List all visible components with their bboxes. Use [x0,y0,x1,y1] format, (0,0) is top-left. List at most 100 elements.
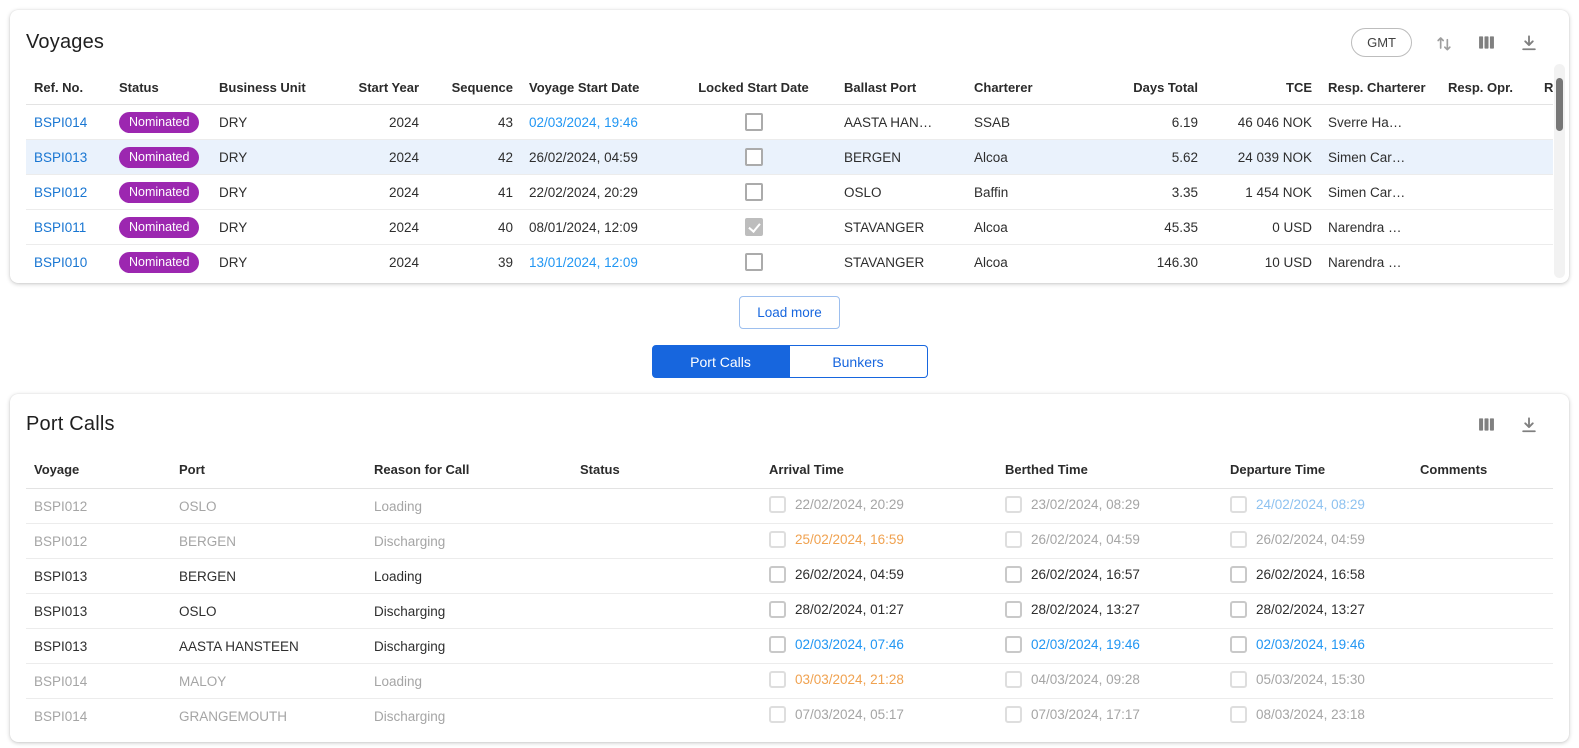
cell-status: Nominated [111,175,211,210]
locked-start-date-checkbox[interactable] [745,218,763,236]
column-header-resp-charterer[interactable]: Resp. Charterer [1320,71,1440,105]
table-row[interactable]: BSPI013 Nominated DRY 2024 42 26/02/2024… [26,140,1553,175]
table-row[interactable]: BSPI013 OSLO Discharging 28/02/2024, 01:… [26,594,1553,629]
detail-tabs: Port Calls Bunkers [10,345,1569,378]
arrival-time-checkbox[interactable] [769,566,786,583]
departure-time: 26/02/2024, 16:58 [1256,567,1365,582]
cell-arrival: 25/02/2024, 16:59 [761,524,997,559]
arrival-time-checkbox[interactable] [769,601,786,618]
column-header-voyage-start-date[interactable]: Voyage Start Date [521,71,671,105]
berthed-time-checkbox[interactable] [1005,601,1022,618]
cell-resp-opr [1440,140,1536,175]
cell-charterer: Alcoa [966,140,1066,175]
column-header-status[interactable]: Status [572,452,761,489]
tab-bunkers[interactable]: Bunkers [790,345,928,378]
arrival-time-checkbox[interactable] [769,671,786,688]
arrival-time-checkbox[interactable] [769,636,786,653]
arrival-time-checkbox[interactable] [769,496,786,513]
locked-start-date-checkbox[interactable] [745,183,763,201]
berthed-time-checkbox[interactable] [1005,566,1022,583]
column-settings-icon[interactable] [1476,32,1497,53]
column-header-resp-opr[interactable]: Resp. Opr. [1440,71,1536,105]
voyage-start-date[interactable]: 13/01/2024, 12:09 [529,255,638,270]
voyage-ref-link[interactable]: BSPI013 [34,150,87,165]
column-header-comments[interactable]: Comments [1412,452,1553,489]
berthed-time-checkbox[interactable] [1005,671,1022,688]
berthed-time-checkbox[interactable] [1005,636,1022,653]
column-header-ballast-port[interactable]: Ballast Port [836,71,966,105]
berthed-time: 28/02/2024, 13:27 [1031,602,1140,617]
download-icon[interactable] [1519,415,1539,435]
departure-time-checkbox[interactable] [1230,706,1247,723]
cell-voyage: BSPI013 [26,559,171,594]
table-row[interactable]: BSPI014 MALOY Loading 03/03/2024, 21:28 … [26,664,1553,699]
column-header-resp-acct[interactable]: Resp. Acct. [1536,71,1553,105]
voyages-title: Voyages [26,31,104,54]
voyage-ref-link[interactable]: BSPI010 [34,255,87,270]
column-header-status[interactable]: Status [111,71,211,105]
column-header-departure-time[interactable]: Departure Time [1222,452,1412,489]
arrival-time-checkbox[interactable] [769,706,786,723]
column-header-berthed-time[interactable]: Berthed Time [997,452,1222,489]
departure-time-checkbox[interactable] [1230,636,1247,653]
column-header-locked-start-date[interactable]: Locked Start Date [671,71,836,105]
cell-port: AASTA HANSTEEN [171,629,366,664]
arrival-time-checkbox[interactable] [769,531,786,548]
table-row[interactable]: BSPI014 Nominated DRY 2024 43 02/03/2024… [26,105,1553,140]
departure-time-checkbox[interactable] [1230,566,1247,583]
column-header-reason-for-call[interactable]: Reason for Call [366,452,572,489]
table-row[interactable]: BSPI013 BERGEN Loading 26/02/2024, 04:59… [26,559,1553,594]
departure-time-checkbox[interactable] [1230,496,1247,513]
download-icon[interactable] [1519,33,1539,53]
table-row[interactable]: BSPI013 AASTA HANSTEEN Discharging 02/03… [26,629,1553,664]
column-header-charterer[interactable]: Charterer [966,71,1066,105]
table-row[interactable]: BSPI012 BERGEN Discharging 25/02/2024, 1… [26,524,1553,559]
departure-time-checkbox[interactable] [1230,531,1247,548]
cell-sequence: 40 [427,210,521,245]
column-header-ref-no[interactable]: Ref. No. [26,71,111,105]
column-header-sequence[interactable]: Sequence [427,71,521,105]
departure-time: 05/03/2024, 15:30 [1256,672,1365,687]
column-header-voyage[interactable]: Voyage [26,452,171,489]
timezone-button[interactable]: GMT [1351,28,1412,57]
voyage-ref-link[interactable]: BSPI012 [34,185,87,200]
locked-start-date-checkbox[interactable] [745,113,763,131]
cell-resp-acct [1536,140,1553,175]
cell-resp-charterer: Sverre Ha… [1320,105,1440,140]
cell-departure: 05/03/2024, 15:30 [1222,664,1412,699]
cell-departure: 02/03/2024, 19:46 [1222,629,1412,664]
column-settings-icon[interactable] [1476,414,1497,435]
voyage-ref-link[interactable]: BSPI011 [34,220,86,235]
cell-charterer: Baffin [966,175,1066,210]
departure-time: 26/02/2024, 04:59 [1256,532,1365,547]
departure-time-checkbox[interactable] [1230,601,1247,618]
cell-berthed: 26/02/2024, 04:59 [997,524,1222,559]
column-header-port[interactable]: Port [171,452,366,489]
table-row[interactable]: BSPI014 GRANGEMOUTH Discharging 07/03/20… [26,699,1553,734]
departure-time-checkbox[interactable] [1230,671,1247,688]
load-more-button[interactable]: Load more [739,296,840,329]
cell-voyage: BSPI013 [26,594,171,629]
column-header-start-year[interactable]: Start Year [334,71,427,105]
table-row[interactable]: BSPI012 OSLO Loading 22/02/2024, 20:29 2… [26,489,1553,524]
vertical-scrollbar-track[interactable] [1554,64,1565,278]
voyage-start-date[interactable]: 02/03/2024, 19:46 [529,115,638,130]
berthed-time-checkbox[interactable] [1005,531,1022,548]
locked-start-date-checkbox[interactable] [745,148,763,166]
table-row[interactable]: BSPI012 Nominated DRY 2024 41 22/02/2024… [26,175,1553,210]
sort-icon[interactable] [1434,33,1454,53]
column-header-business-unit[interactable]: Business Unit [211,71,334,105]
berthed-time-checkbox[interactable] [1005,496,1022,513]
table-row[interactable]: BSPI011 Nominated DRY 2024 40 08/01/2024… [26,210,1553,245]
arrival-time: 03/03/2024, 21:28 [795,672,904,687]
cell-resp-acct [1536,245,1553,280]
locked-start-date-checkbox[interactable] [745,253,763,271]
voyage-ref-link[interactable]: BSPI014 [34,115,87,130]
table-row[interactable]: BSPI010 Nominated DRY 2024 39 13/01/2024… [26,245,1553,280]
column-header-arrival-time[interactable]: Arrival Time [761,452,997,489]
column-header-tce[interactable]: TCE [1206,71,1320,105]
tab-port-calls[interactable]: Port Calls [652,345,790,378]
vertical-scrollbar-thumb[interactable] [1556,78,1563,131]
column-header-days-total[interactable]: Days Total [1066,71,1206,105]
berthed-time-checkbox[interactable] [1005,706,1022,723]
